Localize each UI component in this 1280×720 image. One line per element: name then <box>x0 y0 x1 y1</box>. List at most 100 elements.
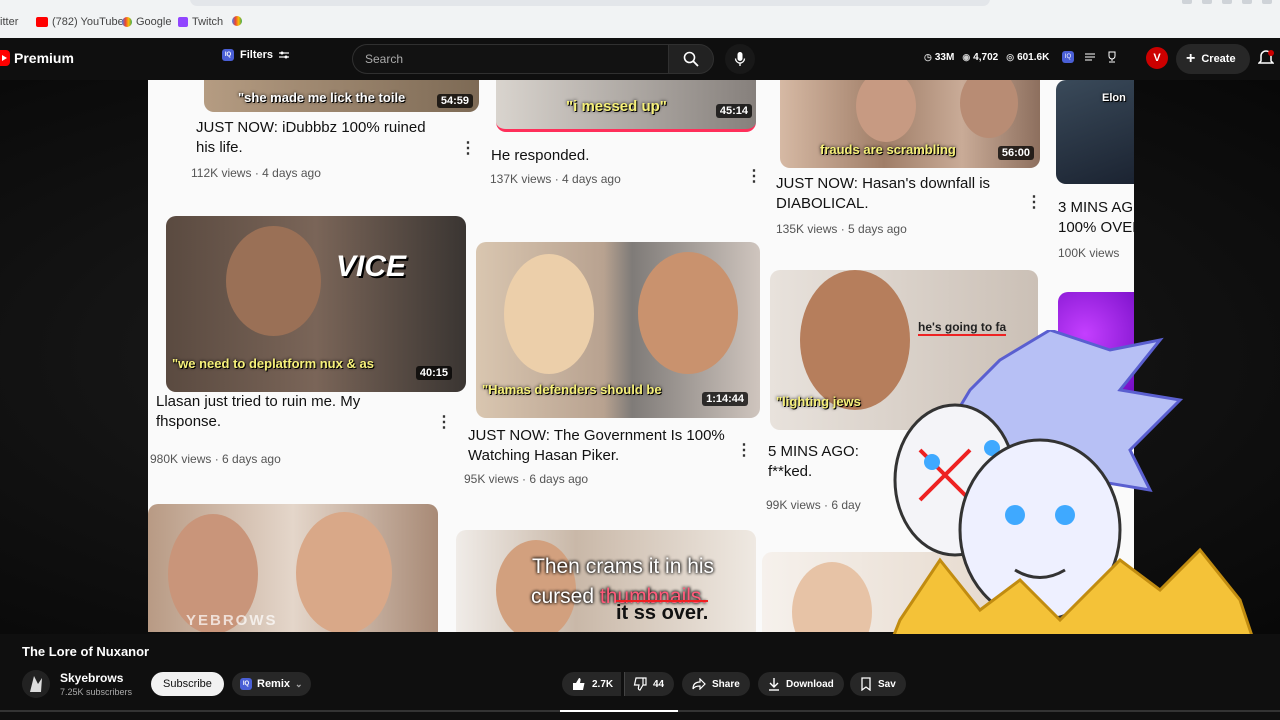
channel-avatar[interactable] <box>22 670 50 698</box>
more-options-icon[interactable]: ⋮ <box>1026 192 1042 212</box>
video-title: 3 MINS AG100% OVER <box>1058 199 1134 236</box>
bookmark-google[interactable]: Google <box>122 16 171 28</box>
bookmark-icon <box>861 677 871 691</box>
video-meta: 95K views · 6 days ago <box>464 472 589 486</box>
video-thumbnail: frauds are scrambling 56:00 <box>780 80 1040 168</box>
thumbnail-caption: "i messed up" <box>566 98 667 115</box>
youtube-premium-logo[interactable]: Premium <box>0 50 74 66</box>
thumbnail-caption: Elon <box>1102 92 1126 104</box>
video-title: JUST NOW: Hasan's downfall is DIABOLICAL… <box>776 175 991 212</box>
google-icon <box>232 16 242 26</box>
remix-icon: IQ <box>240 678 252 690</box>
youtube-play-icon <box>0 50 10 66</box>
extension-stats: ◷ 33M ◉ 4,702 ◎ 601.6K <box>924 52 1049 63</box>
header-extension-icons: IQ <box>1062 51 1118 63</box>
sliders-icon <box>279 51 290 59</box>
video-thumbnail: "Hamas defenders should be 1:14:44 <box>476 242 760 418</box>
dislike-button[interactable]: 44 <box>624 672 675 696</box>
bookmark-twitter[interactable]: Twitter <box>0 16 18 28</box>
bookmark-google-2[interactable] <box>232 16 242 26</box>
more-options-icon[interactable]: ⋮ <box>460 138 476 158</box>
vice-logo: VICE <box>336 250 407 283</box>
subtitle-line-1: Then crams it in his <box>532 555 715 578</box>
download-button[interactable]: Download <box>758 672 844 696</box>
video-thumbnail <box>456 530 756 632</box>
duration-badge: 56:00 <box>997 146 1034 160</box>
plus-icon: + <box>1186 50 1196 67</box>
stat-likes: ◉ 4,702 <box>962 52 999 63</box>
subscriber-count: 7.25K subscribers <box>60 687 133 697</box>
video-meta: 980K views · 6 days ago <box>150 452 281 466</box>
video-title: Llasan just tried to ruin me. My fhspons… <box>156 393 361 430</box>
duration-badge: 40:15 <box>415 366 452 380</box>
thumbnail-caption: "Hamas defenders should be <box>482 382 662 397</box>
thumbnail-overlay-text: it ss over. <box>616 600 709 624</box>
share-button[interactable]: Share <box>682 672 750 696</box>
remix-button[interactable]: IQ Remix ⌄ <box>232 672 311 696</box>
voice-search-button[interactable] <box>725 44 755 74</box>
save-button[interactable]: Sav <box>850 672 906 696</box>
progress-highlight <box>560 710 678 712</box>
address-bar[interactable] <box>190 0 990 6</box>
video-meta: 135K views · 5 days ago <box>776 222 907 236</box>
extension-icon[interactable]: IQ <box>1062 51 1074 63</box>
youtube-header: Premium IQ Filters ◷33M ◉4,702 ◎601.6K I… <box>0 38 1280 80</box>
search-button[interactable] <box>668 44 714 74</box>
video-title: The Lore of Nuxanor <box>22 644 150 659</box>
channel-watermark: YEBROWS <box>186 612 278 629</box>
views-icon: ◎ <box>1006 52 1015 62</box>
stat-views: ◎ 601.6K <box>1006 52 1050 63</box>
person-face <box>296 512 392 632</box>
person-face <box>226 226 321 336</box>
video-info-bar: The Lore of Nuxanor Skyebrows 7.25K subs… <box>0 634 1280 720</box>
bookmark-twitch[interactable]: Twitch <box>178 16 223 28</box>
video-meta: 112K views · 4 days ago <box>191 166 321 180</box>
eye-icon: ◉ <box>962 52 971 62</box>
duration-badge: 45:14 <box>715 104 752 118</box>
clock-icon: ◷ <box>924 52 932 62</box>
thumbs-down-icon <box>633 677 647 691</box>
twitch-icon <box>178 17 188 27</box>
bookmark-youtube[interactable]: (782) YouTube <box>36 16 124 28</box>
video-thumbnail: VICE "we need to deplatform nux & as 40:… <box>166 216 466 392</box>
duration-badge: 54:59 <box>436 94 473 108</box>
thumbnail-caption: "she made me lick the toile <box>238 90 406 105</box>
more-options-icon[interactable]: ⋮ <box>436 412 452 432</box>
filters-button[interactable]: IQ Filters <box>222 49 290 61</box>
thumbnail-caption: "lighting jews <box>776 394 861 409</box>
list-icon[interactable] <box>1084 51 1096 63</box>
youtube-icon <box>36 17 48 27</box>
video-thumbnail: YEBROWS <box>148 504 438 632</box>
share-icon <box>692 678 706 690</box>
search-input[interactable] <box>353 45 668 73</box>
trophy-icon[interactable] <box>1106 51 1118 63</box>
video-title: JUST NOW: iDubbbz 100% ruined his life. <box>196 119 426 156</box>
search-icon <box>683 51 699 67</box>
notifications-bell-icon[interactable] <box>1257 50 1275 73</box>
more-options-icon[interactable]: ⋮ <box>746 166 762 186</box>
search-box <box>352 44 668 74</box>
video-thumbnail: Elon <box>1056 80 1134 184</box>
thumbnail-caption: "we need to deplatform nux & as <box>172 356 374 371</box>
extension-badge-icon: IQ <box>222 49 234 61</box>
like-button[interactable]: 2.7K <box>562 672 622 696</box>
video-thumbnail: "she made me lick the toile 54:59 <box>204 80 479 112</box>
browser-toolbar-icons <box>1182 0 1272 4</box>
download-icon <box>769 678 779 691</box>
v-extension-button[interactable]: V <box>1146 47 1168 69</box>
video-meta: 137K views · 4 days ago <box>490 172 621 186</box>
create-button[interactable]: + Create <box>1176 44 1250 74</box>
person-face <box>638 252 738 374</box>
person-face <box>960 80 1018 138</box>
thumbnail-caption: frauds are scrambling <box>820 142 956 157</box>
video-title: He responded. <box>491 147 590 164</box>
video-meta: 99K views · 6 day <box>766 498 861 512</box>
channel-name[interactable]: Skyebrows <box>60 671 123 685</box>
video-thumbnail: "i messed up" 45:14 <box>496 80 756 132</box>
person-face <box>856 80 916 142</box>
more-options-icon[interactable]: ⋮ <box>736 440 752 460</box>
video-title: JUST NOW: The Government Is 100% Watchin… <box>468 427 725 464</box>
chevron-down-icon: ⌄ <box>295 678 303 689</box>
duration-badge: 1:14:44 <box>702 392 748 406</box>
subscribe-button[interactable]: Subscribe <box>151 672 224 696</box>
